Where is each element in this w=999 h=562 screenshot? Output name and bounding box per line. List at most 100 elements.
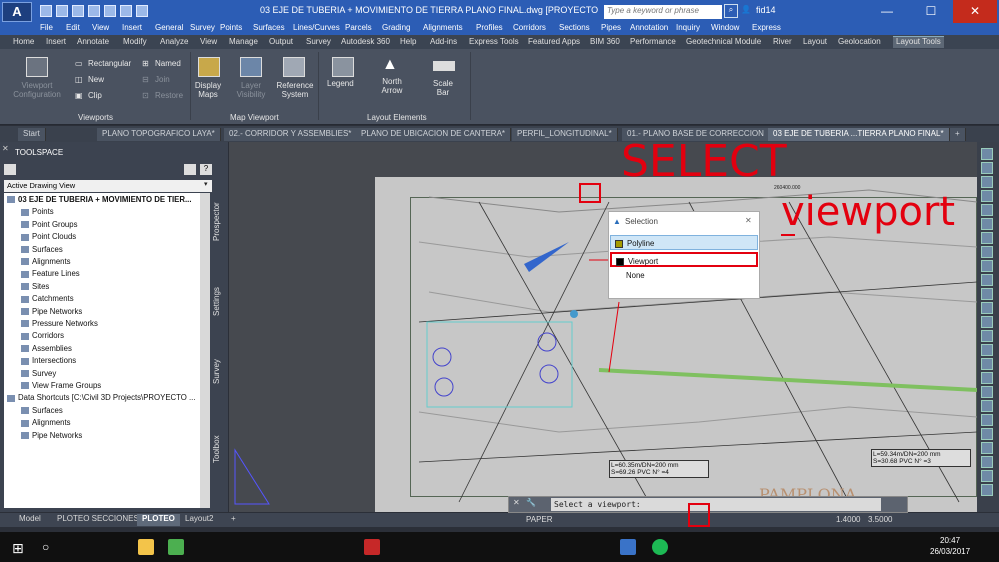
- menu-item-survey[interactable]: Survey: [190, 23, 215, 32]
- menu-item-express[interactable]: Express: [752, 23, 781, 32]
- menu-item-general[interactable]: General: [155, 23, 183, 32]
- layout-tab[interactable]: PLOTEO: [137, 514, 180, 526]
- tab-add-ins[interactable]: Add-ins: [430, 37, 457, 46]
- selection-option-polyline[interactable]: Polyline: [610, 235, 758, 250]
- tree-node[interactable]: Points: [21, 207, 54, 216]
- nav-tool-icon[interactable]: [981, 260, 993, 272]
- clip-viewport-button[interactable]: Clip: [88, 91, 102, 100]
- nav-tool-icon[interactable]: [981, 442, 993, 454]
- nav-tool-icon[interactable]: [981, 288, 993, 300]
- tab-geolocation[interactable]: Geolocation: [838, 37, 881, 46]
- tab-view[interactable]: View: [200, 37, 217, 46]
- menu-item-profiles[interactable]: Profiles: [476, 23, 503, 32]
- new-icon[interactable]: [40, 5, 52, 17]
- tab-performance[interactable]: Performance: [630, 37, 676, 46]
- nav-tool-icon[interactable]: [981, 302, 993, 314]
- north-arrow-button[interactable]: North Arrow: [378, 77, 406, 95]
- tree-node[interactable]: Alignments: [21, 257, 71, 266]
- save-icon[interactable]: [72, 5, 84, 17]
- document-tab[interactable]: PERFIL_LONGITUDINAL*: [512, 128, 618, 141]
- prospector-icon[interactable]: [4, 164, 16, 175]
- menu-item-window[interactable]: Window: [711, 23, 739, 32]
- tab-layout-tools[interactable]: Layout Tools: [893, 36, 944, 48]
- nav-tool-icon[interactable]: [981, 218, 993, 230]
- new-viewport-button[interactable]: New: [88, 75, 104, 84]
- selection-option-none[interactable]: None: [610, 268, 758, 283]
- tree-node[interactable]: 03 EJE DE TUBERIA + MOVIMIENTO DE TIER..…: [7, 195, 192, 204]
- windows-start-icon[interactable]: ⊞: [12, 540, 24, 557]
- tree-node[interactable]: Catchments: [21, 294, 74, 303]
- save-as-icon[interactable]: [88, 5, 100, 17]
- tab-output[interactable]: Output: [269, 37, 293, 46]
- tab-settings[interactable]: Settings: [212, 267, 226, 337]
- menu-item-lines-curves[interactable]: Lines/Curves: [293, 23, 340, 32]
- new-viewport-icon[interactable]: ◫: [75, 75, 83, 84]
- legend-button[interactable]: Legend: [327, 79, 354, 88]
- display-maps-button[interactable]: Display Maps: [194, 81, 222, 99]
- tab-toolbox[interactable]: Toolbox: [212, 412, 226, 487]
- undo-icon[interactable]: [120, 5, 132, 17]
- layout-tab[interactable]: PLOTEO SECCIONES: [52, 514, 144, 526]
- tree-node[interactable]: Sites: [21, 282, 49, 291]
- minimize-button[interactable]: —: [865, 0, 909, 23]
- close-icon[interactable]: ✕: [2, 144, 9, 153]
- menu-item-edit[interactable]: Edit: [66, 23, 80, 32]
- paper-space-toggle[interactable]: PAPER: [526, 515, 553, 524]
- document-tab[interactable]: PLANO DE UBICACION DE CANTERA*: [356, 128, 512, 141]
- open-icon[interactable]: [56, 5, 68, 17]
- application-menu-button[interactable]: A: [2, 2, 32, 22]
- reference-system-button[interactable]: Reference System: [274, 81, 316, 99]
- search-icon[interactable]: ○: [42, 540, 49, 554]
- tab-annotate[interactable]: Annotate: [77, 37, 109, 46]
- tree-node[interactable]: Surfaces: [21, 245, 63, 254]
- spotify-icon[interactable]: [652, 539, 668, 555]
- nav-tool-icon[interactable]: [981, 176, 993, 188]
- nav-tool-icon[interactable]: [981, 428, 993, 440]
- nav-tool-icon[interactable]: [981, 386, 993, 398]
- scale-bar-button[interactable]: Scale Bar: [431, 79, 455, 97]
- new-tab-button[interactable]: +: [950, 128, 966, 141]
- layout-tab[interactable]: Model: [14, 514, 46, 526]
- tree-node[interactable]: Feature Lines: [21, 269, 80, 278]
- menu-item-parcels[interactable]: Parcels: [345, 23, 372, 32]
- chrome-icon[interactable]: [168, 539, 184, 555]
- tab-survey[interactable]: Survey: [212, 342, 226, 402]
- tab-bim-360[interactable]: BIM 360: [590, 37, 620, 46]
- help-icon[interactable]: ?: [200, 164, 212, 175]
- named-viewport-button[interactable]: Named: [155, 59, 181, 68]
- nav-tool-icon[interactable]: [981, 204, 993, 216]
- autocad-taskbar-icon[interactable]: [620, 539, 636, 555]
- add-layout-button[interactable]: +: [226, 514, 241, 526]
- tab-featured-apps[interactable]: Featured Apps: [528, 37, 580, 46]
- tab-express-tools[interactable]: Express Tools: [469, 37, 519, 46]
- nav-tool-icon[interactable]: [981, 456, 993, 468]
- tab-survey[interactable]: Survey: [306, 37, 331, 46]
- layout-tab[interactable]: Layout2: [180, 514, 218, 526]
- menu-item-inquiry[interactable]: Inquiry: [676, 23, 700, 32]
- nav-tool-icon[interactable]: [981, 372, 993, 384]
- tree-node[interactable]: View Frame Groups: [21, 381, 101, 390]
- tree-node[interactable]: Data Shortcuts [C:\Civil 3D Projects\PRO…: [7, 393, 196, 402]
- acrobat-icon[interactable]: [364, 539, 380, 555]
- tab-modify[interactable]: Modify: [123, 37, 147, 46]
- menu-item-insert[interactable]: Insert: [122, 23, 142, 32]
- chevron-down-icon[interactable]: ▾: [204, 180, 208, 188]
- close-icon[interactable]: ✕: [745, 216, 752, 225]
- tree-node[interactable]: Survey: [21, 369, 56, 378]
- tree-node[interactable]: Point Clouds: [21, 232, 76, 241]
- view-select[interactable]: Active Drawing View: [4, 180, 212, 192]
- nav-tool-icon[interactable]: [981, 358, 993, 370]
- nav-tool-icon[interactable]: [981, 414, 993, 426]
- clip-viewport-icon[interactable]: ▣: [75, 91, 83, 100]
- nav-tool-icon[interactable]: [981, 148, 993, 160]
- tree-node[interactable]: Point Groups: [21, 220, 78, 229]
- menu-item-points[interactable]: Points: [220, 23, 242, 32]
- tree-node[interactable]: Pipe Networks: [21, 307, 82, 316]
- customize-icon[interactable]: 🔧: [526, 498, 536, 507]
- tree-node[interactable]: Surfaces: [21, 406, 63, 415]
- tree-node[interactable]: Corridors: [21, 331, 64, 340]
- tree-node[interactable]: Pipe Networks: [21, 431, 82, 440]
- nav-tool-icon[interactable]: [981, 484, 993, 496]
- tree-node[interactable]: Alignments: [21, 418, 71, 427]
- selection-option-viewport[interactable]: Viewport: [610, 252, 758, 267]
